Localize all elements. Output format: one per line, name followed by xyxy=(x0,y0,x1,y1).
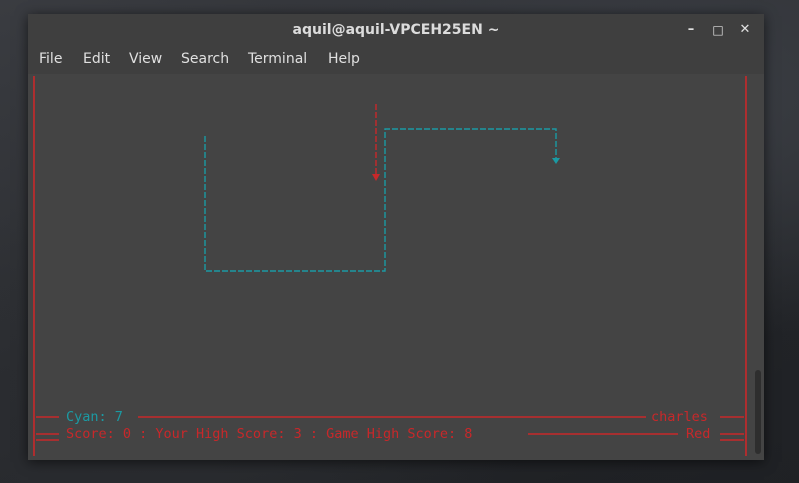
terminal-window: aquil@aquil-VPCEH25EN ~ – □ ✕ File Edit … xyxy=(28,14,764,460)
menu-bar: File Edit View Search Terminal Help xyxy=(28,46,764,74)
menu-file[interactable]: File xyxy=(39,46,62,74)
menu-view[interactable]: View xyxy=(129,46,162,74)
terminal-area[interactable]: Cyan: 7 charles Score: 0 : Your High Sco… xyxy=(28,74,764,460)
menu-terminal[interactable]: Terminal xyxy=(248,46,307,74)
game-board: Cyan: 7 charles Score: 0 : Your High Sco… xyxy=(33,76,747,456)
red-player-label: Red xyxy=(686,426,710,442)
menu-edit[interactable]: Edit xyxy=(83,46,110,74)
minimize-icon[interactable]: – xyxy=(682,21,700,39)
menu-help[interactable]: Help xyxy=(328,46,360,74)
window-title: aquil@aquil-VPCEH25EN ~ xyxy=(292,22,500,38)
cyan-trail xyxy=(204,128,557,272)
red-head xyxy=(372,174,380,181)
maximize-icon[interactable]: □ xyxy=(709,21,727,39)
score-line: Score: 0 : Your High Score: 3 : Game Hig… xyxy=(66,426,472,442)
title-bar[interactable]: aquil@aquil-VPCEH25EN ~ – □ ✕ xyxy=(28,14,764,46)
cyan-head xyxy=(552,158,560,164)
scrollbar[interactable] xyxy=(755,370,761,454)
close-icon[interactable]: ✕ xyxy=(736,21,754,39)
arena-border xyxy=(33,76,747,456)
cyan-score-label: Cyan: 7 xyxy=(66,409,123,425)
opponent-name: charles xyxy=(651,409,708,425)
menu-search[interactable]: Search xyxy=(181,46,229,74)
